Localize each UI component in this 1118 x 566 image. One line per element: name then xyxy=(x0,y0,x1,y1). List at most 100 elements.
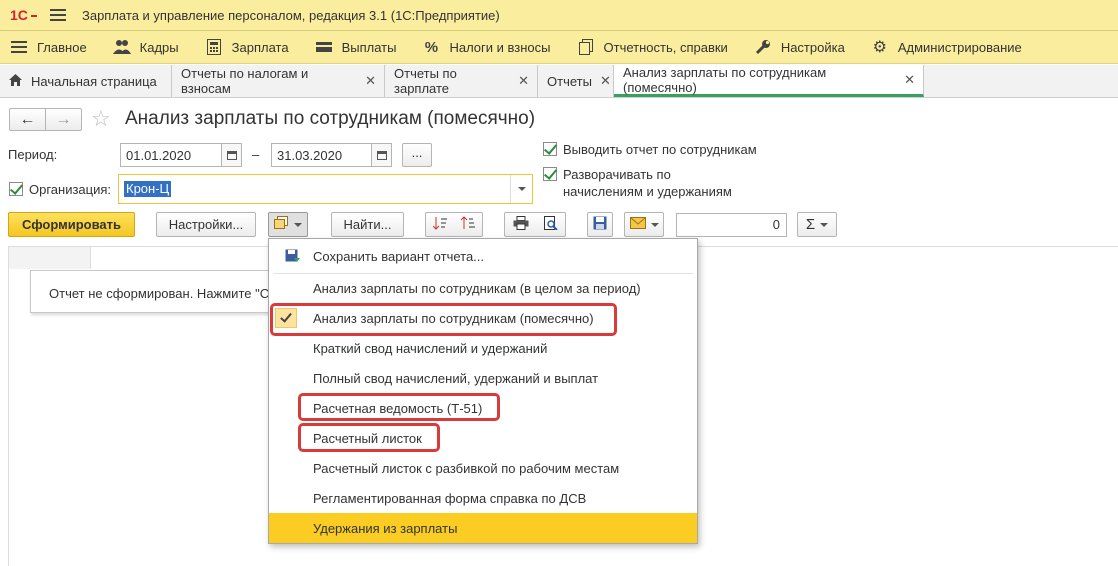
nav-buttons: ← → xyxy=(9,108,82,131)
by-employee-checkbox[interactable] xyxy=(543,142,557,156)
menu-item-variant[interactable]: Расчетная ведомость (Т-51) xyxy=(269,393,697,423)
menu-item-label: Главное xyxy=(37,39,87,55)
period-label: Период: xyxy=(8,147,58,162)
menu-item-label: Анализ зарплаты по сотрудникам (помесячн… xyxy=(313,310,594,326)
save-icon xyxy=(593,216,607,233)
expand-checkbox[interactable] xyxy=(543,167,557,181)
close-icon[interactable]: ✕ xyxy=(904,72,915,88)
report-corner xyxy=(9,247,91,269)
chevron-down-icon xyxy=(650,222,659,227)
forward-arrow-icon[interactable]: → xyxy=(45,109,81,130)
calendar-icon[interactable] xyxy=(222,143,242,167)
menu-item-variant[interactable]: Анализ зарплаты по сотрудникам (в целом … xyxy=(269,273,697,303)
menu-item-label: Настройка xyxy=(780,39,845,55)
menu-item-save-variant[interactable]: Сохранить вариант отчета... xyxy=(269,241,697,271)
period-choose-button[interactable]: ... xyxy=(402,143,432,167)
tab-reports[interactable]: Отчеты ✕ xyxy=(538,65,614,97)
page-title: Анализ зарплаты по сотрудникам (помесячн… xyxy=(125,108,536,129)
sum-button[interactable]: Σ xyxy=(797,212,837,237)
save-variant-icon xyxy=(285,249,301,266)
print-icon[interactable] xyxy=(513,216,529,233)
menu-item-taxes[interactable]: % Налоги и взносы xyxy=(409,31,563,64)
menu-item-variant-selected[interactable]: Анализ зарплаты по сотрудникам (помесячн… xyxy=(269,303,697,333)
wallet-icon xyxy=(315,39,333,55)
sort-descending-icon[interactable] xyxy=(460,216,475,233)
mail-icon xyxy=(629,217,646,232)
date-separator: – xyxy=(252,147,260,162)
menu-item-label: Зарплата xyxy=(231,39,289,55)
tab-home[interactable]: Начальная страница xyxy=(0,65,172,97)
menu-item-variant[interactable]: Полный свод начислений, удержаний и выпл… xyxy=(269,363,697,393)
find-button[interactable]: Найти... xyxy=(331,212,404,237)
people-icon xyxy=(112,39,131,55)
tab-bar: Начальная страница Отчеты по налогам и в… xyxy=(0,65,1118,98)
main-menu-icon[interactable] xyxy=(50,9,66,21)
tab-salary-reports[interactable]: Отчеты по зарплате ✕ xyxy=(385,65,538,97)
date-from-field[interactable]: 01.01.2020 xyxy=(120,143,222,167)
menu-item-label: Выплаты xyxy=(341,39,397,55)
tab-salary-analysis[interactable]: Анализ зарплаты по сотрудникам (помесячн… xyxy=(614,65,924,97)
settings-button[interactable]: Настройки... xyxy=(156,212,256,237)
menu-item-main[interactable]: Главное xyxy=(0,31,100,64)
report-variants-icon xyxy=(274,216,290,233)
send-email-button[interactable] xyxy=(624,212,664,237)
chevron-down-icon[interactable] xyxy=(510,175,532,203)
gear-icon: ⚙ xyxy=(872,39,887,56)
tab-label: Анализ зарплаты по сотрудникам (помесячн… xyxy=(623,64,827,95)
tab-label: Отчеты по налогам и взносам xyxy=(181,66,309,96)
menu-item-label: Анализ зарплаты по сотрудникам (в целом … xyxy=(313,280,641,296)
hamburger-icon xyxy=(10,39,28,55)
menu-item-variant[interactable]: Расчетный листок с разбивкой по рабочим … xyxy=(269,453,697,483)
expand-label-1: Разворачивать по xyxy=(563,167,671,182)
wrench-icon xyxy=(754,39,772,55)
calendar-icon[interactable] xyxy=(372,143,392,167)
menu-item-salary[interactable]: Зарплата xyxy=(192,31,302,64)
menu-item-reports[interactable]: Отчетность, справки xyxy=(564,31,741,64)
section-menu: Главное Кадры Зарплата Выплаты % Налоги и… xyxy=(0,31,1118,64)
sum-icon: Σ xyxy=(805,216,816,233)
close-icon[interactable]: ✕ xyxy=(600,73,611,89)
date-to-field[interactable]: 31.03.2020 xyxy=(271,143,372,167)
menu-item-variant[interactable]: Краткий свод начислений и удержаний xyxy=(269,333,697,363)
menu-item-label: Регламентированная форма справка по ДСВ xyxy=(313,490,587,506)
menu-item-settings[interactable]: Настройка xyxy=(741,31,858,64)
close-icon[interactable]: ✕ xyxy=(365,73,376,89)
sort-ascending-icon[interactable] xyxy=(432,216,447,233)
organization-checkbox[interactable] xyxy=(9,182,23,196)
favorite-star-icon[interactable]: ☆ xyxy=(91,106,111,132)
menu-item-payments[interactable]: Выплаты xyxy=(302,31,410,64)
back-arrow-icon[interactable]: ← xyxy=(10,109,45,130)
menu-item-label: Расчетный листок с разбивкой по рабочим … xyxy=(313,460,620,476)
tab-tax-reports[interactable]: Отчеты по налогам и взносам ✕ xyxy=(172,65,385,97)
sort-buttons xyxy=(425,212,483,237)
sum-value-field[interactable]: 0 xyxy=(676,213,787,237)
menu-item-label: Кадры xyxy=(139,39,179,55)
organization-value: Крон-Ц xyxy=(124,181,172,197)
tab-label: Отчеты xyxy=(547,73,592,89)
menu-item-variant[interactable]: Регламентированная форма справка по ДСВ xyxy=(269,483,697,513)
organization-field[interactable]: Крон-Ц xyxy=(118,174,533,204)
documents-icon xyxy=(577,39,595,55)
report-variant-button[interactable] xyxy=(268,212,308,237)
tab-label: Отчеты по зарплате xyxy=(394,66,457,96)
menu-item-label: Налоги и взносы xyxy=(449,39,551,55)
close-icon[interactable]: ✕ xyxy=(518,73,529,89)
generate-button[interactable]: Сформировать xyxy=(8,212,135,237)
percent-icon: % xyxy=(424,38,439,56)
chevron-down-icon xyxy=(294,222,302,227)
menu-item-label: Краткий свод начислений и удержаний xyxy=(313,340,548,356)
menu-item-variant[interactable]: Расчетный листок xyxy=(269,423,697,453)
menu-item-hr[interactable]: Кадры xyxy=(100,31,192,64)
menu-item-label: Расчетная ведомость (Т-51) xyxy=(313,400,483,416)
save-button[interactable] xyxy=(587,212,613,237)
expand-label-2: начислениям и удержаниям xyxy=(563,184,732,199)
organization-label: Организация: xyxy=(29,182,112,197)
by-employee-label: Выводить отчет по сотрудникам xyxy=(563,142,757,157)
window-title: Зарплата и управление персоналом, редакц… xyxy=(82,7,500,23)
menu-item-variant-hovered[interactable]: Удержания из зарплаты xyxy=(269,513,697,543)
title-bar: 1С Зарплата и управление персоналом, ред… xyxy=(0,0,1118,31)
menu-item-admin[interactable]: ⚙ Администрирование xyxy=(858,31,1035,64)
menu-item-label: Удержания из зарплаты xyxy=(313,520,458,536)
print-preview-icon[interactable] xyxy=(543,216,558,233)
report-variants-menu: Сохранить вариант отчета... Анализ зарпл… xyxy=(268,238,698,544)
